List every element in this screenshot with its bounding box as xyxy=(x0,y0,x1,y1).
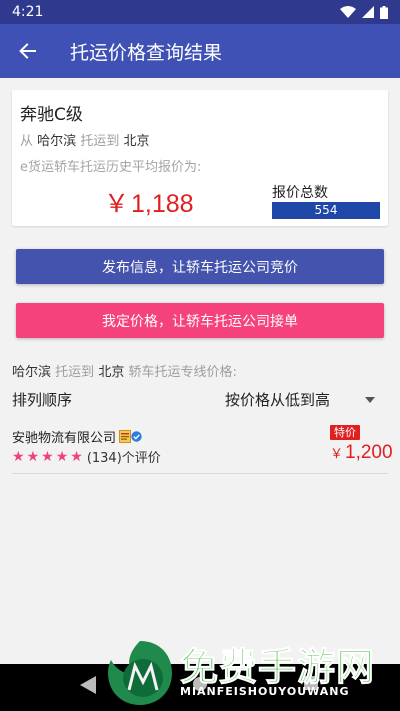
status-time: 4:21 xyxy=(12,4,44,20)
sort-order-select[interactable]: 按价格从低到高 xyxy=(225,389,375,410)
route-mid-text: 托运到 xyxy=(80,134,120,149)
license-badge-icon xyxy=(119,430,132,443)
price-summary-card: 奔驰C级 从 哈尔滨 托运到 北京 e货运轿车托运历史平均报价为: ￥1,188… xyxy=(12,90,388,226)
publish-info-button[interactable]: 发布信息，让轿车托运公司竞价 xyxy=(16,249,384,284)
star-icon: ★ xyxy=(70,448,83,465)
wifi-icon xyxy=(340,6,356,18)
average-price-value: 1,188 xyxy=(131,190,194,218)
quote-total-count: 554 xyxy=(272,202,380,219)
triangle-down-icon xyxy=(365,396,375,403)
history-average-label: e货运轿车托运历史平均报价为: xyxy=(20,160,202,175)
star-icon: ★ xyxy=(12,448,25,465)
company-badges xyxy=(119,430,142,443)
star-rating: ★ ★ ★ ★ ★ xyxy=(12,450,83,464)
status-icons xyxy=(340,5,388,19)
sort-label: 排列顺序 xyxy=(12,391,73,409)
company-price-value: 1,200 xyxy=(345,442,393,463)
status-bar: 4:21 xyxy=(0,0,400,24)
line-mid-text: 托运到 xyxy=(55,365,95,380)
signal-icon xyxy=(362,6,374,18)
quote-total-label: 报价总数 xyxy=(272,185,328,201)
line-suffix: 轿车托运专线价格: xyxy=(128,365,237,380)
back-button[interactable] xyxy=(0,24,56,78)
nav-back-icon[interactable] xyxy=(80,676,96,694)
company-list-item[interactable]: 安驰物流有限公司 ★ ★ ★ ★ ★ (134)个评价 特价 ￥ 1,200 xyxy=(12,424,393,474)
star-icon: ★ xyxy=(26,448,40,465)
battery-icon xyxy=(380,5,388,19)
car-model-name: 奔驰C级 xyxy=(20,105,83,125)
route-from-prefix: 从 xyxy=(20,134,34,149)
route-to-city: 北京 xyxy=(123,134,150,149)
set-price-button[interactable]: 我定价格，让轿车托运公司接单 xyxy=(16,303,384,338)
average-price: ￥1,188 xyxy=(104,184,194,220)
average-price-currency: ￥ xyxy=(104,190,130,218)
route-line: 从 哈尔滨 托运到 北京 xyxy=(20,130,149,149)
page-title: 托运价格查询结果 xyxy=(70,41,223,64)
star-icon: ★ xyxy=(41,448,54,465)
company-price-currency: ￥ xyxy=(330,446,344,461)
line-price-title: 哈尔滨 托运到 北京 轿车托运专线价格: xyxy=(12,361,237,380)
line-from-city: 哈尔滨 xyxy=(12,365,52,380)
route-from-city: 哈尔滨 xyxy=(37,134,77,149)
verified-badge-icon xyxy=(131,431,142,442)
nav-home-icon[interactable] xyxy=(192,676,208,692)
line-to-city: 北京 xyxy=(98,365,125,380)
arrow-left-icon xyxy=(19,43,36,59)
app-bar: 托运价格查询结果 xyxy=(0,24,400,78)
company-name: 安驰物流有限公司 xyxy=(12,431,117,446)
nav-recents-icon[interactable] xyxy=(304,676,318,690)
company-name-row: 安驰物流有限公司 xyxy=(12,427,142,446)
sort-selected-value: 按价格从低到高 xyxy=(225,391,331,409)
special-price-tag: 特价 xyxy=(330,425,360,440)
company-price: ￥ 1,200 xyxy=(330,442,393,464)
star-icon: ★ xyxy=(55,448,69,465)
review-count: (134)个评价 xyxy=(86,451,161,466)
company-rating: ★ ★ ★ ★ ★ (134)个评价 xyxy=(12,447,161,467)
system-nav-bar xyxy=(0,664,400,711)
